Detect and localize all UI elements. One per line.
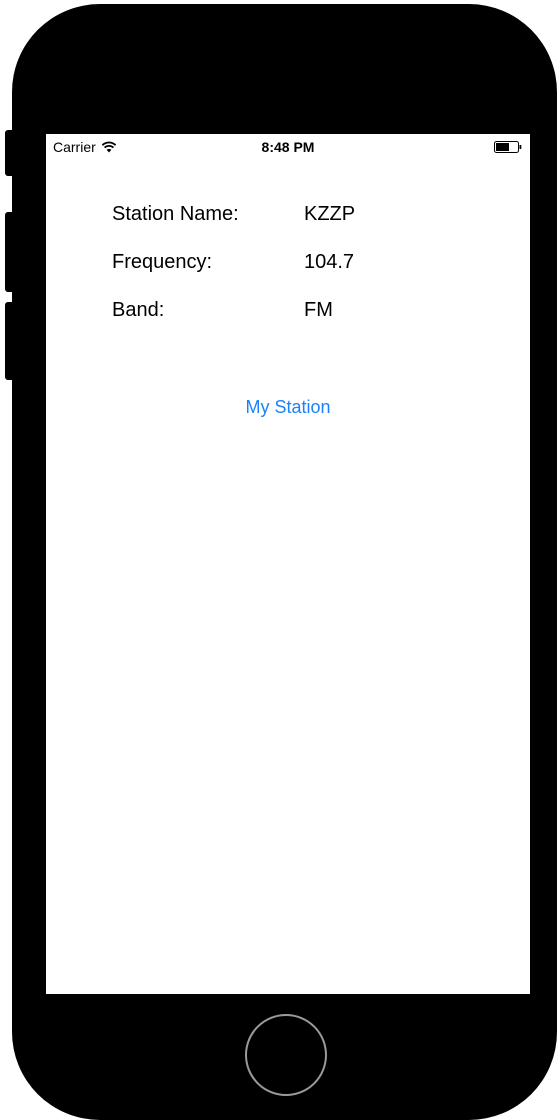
screen: Carrier 8:48 PM Station Name: KZZP Frequ… bbox=[46, 134, 530, 994]
station-name-label: Station Name: bbox=[112, 203, 239, 225]
frequency-value: 104.7 bbox=[304, 251, 355, 273]
battery-icon bbox=[494, 141, 522, 153]
band-value: FM bbox=[304, 299, 333, 321]
status-time: 8:48 PM bbox=[261, 139, 315, 155]
my-station-button[interactable]: My Station bbox=[46, 397, 530, 418]
home-button[interactable] bbox=[245, 1014, 327, 1096]
band-label: Band: bbox=[112, 299, 165, 321]
station-name-value: KZZP bbox=[304, 203, 356, 225]
device-frame-area: Carrier 8:48 PM Station Name: KZZP Frequ… bbox=[0, 0, 557, 1120]
status-bar: Carrier 8:48 PM bbox=[46, 134, 530, 160]
frequency-label: Frequency: bbox=[112, 251, 213, 273]
